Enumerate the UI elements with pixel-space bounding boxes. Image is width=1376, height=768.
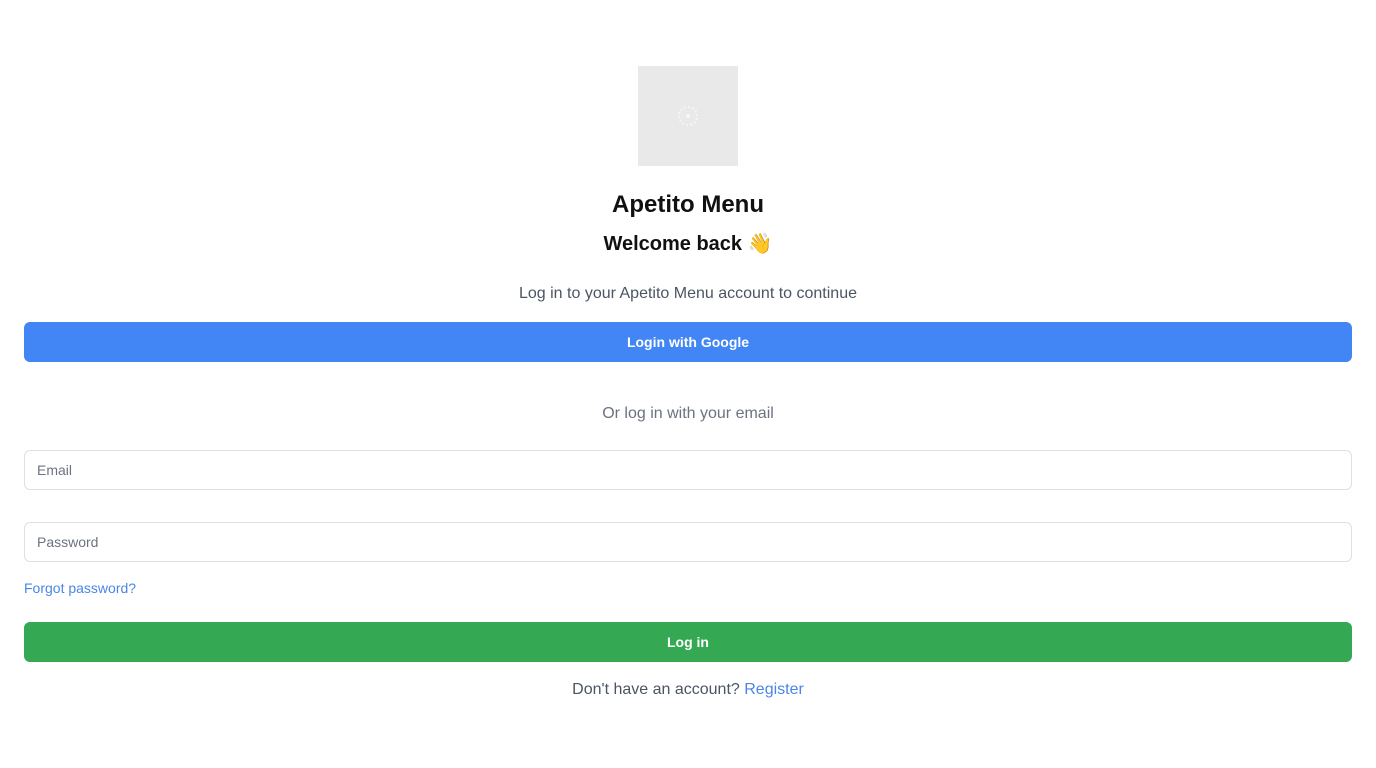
loading-spinner-icon	[678, 106, 698, 126]
email-divider-text: Or log in with your email	[602, 405, 774, 422]
google-login-label: Login with Google	[626, 334, 750, 350]
password-field[interactable]	[24, 522, 1352, 562]
welcome-heading: Welcome back 👋	[603, 233, 773, 255]
register-link[interactable]: Register	[744, 681, 804, 698]
google-login-button[interactable]: Login with Google	[24, 322, 1352, 362]
app-title: Apetito Menu	[612, 191, 764, 218]
email-field[interactable]	[24, 450, 1352, 490]
register-prompt-text: Don't have an account?	[572, 681, 740, 698]
login-subtitle: Log in to your Apetito Menu account to c…	[518, 285, 857, 302]
register-prompt: Don't have an account? Register	[0, 680, 1376, 700]
login-page: Apetito Menu Welcome back 👋 Log in to yo…	[0, 0, 1376, 768]
logo-placeholder	[638, 66, 738, 166]
login-button[interactable]: Log in	[24, 622, 1352, 662]
forgot-password-link[interactable]: Forgot password?	[24, 578, 136, 598]
login-button-label: Log in	[667, 634, 709, 650]
